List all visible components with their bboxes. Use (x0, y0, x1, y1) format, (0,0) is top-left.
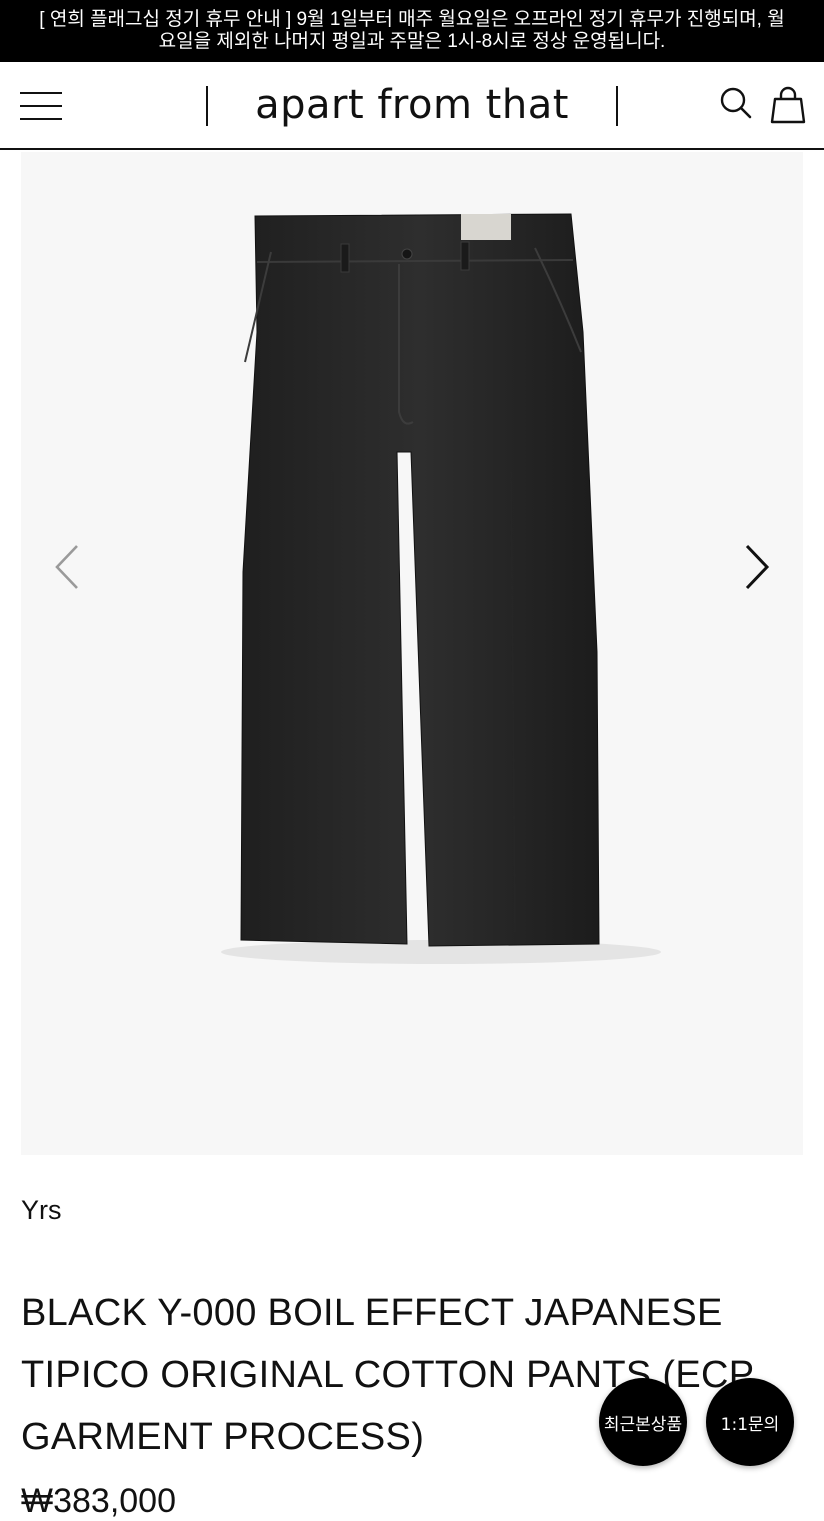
header-divider-left (206, 86, 208, 126)
notice-line-1: [ 연희 플래그십 정기 휴무 안내 ] 9월 1일부터 매주 월요일은 오프라… (39, 9, 785, 30)
inquiry-button[interactable]: 1:1문의 (706, 1378, 794, 1466)
shopping-bag-icon[interactable] (770, 86, 810, 126)
product-title-line: BLACK Y-000 BOIL EFFECT JAPANESE (21, 1292, 723, 1334)
inquiry-label: 1:1문의 (720, 1414, 780, 1435)
site-header: apart from that (0, 62, 824, 150)
hamburger-menu-icon[interactable] (20, 90, 62, 122)
chevron-right-icon[interactable] (735, 542, 775, 592)
search-icon[interactable] (718, 86, 758, 126)
recent-products-button[interactable]: 최근본상품 (599, 1378, 687, 1466)
product-brand[interactable]: Yrs (21, 1195, 62, 1226)
header-divider-right (616, 86, 618, 126)
notice-line-2: 요일을 제외한 나머지 평일과 주말은 1시-8시로 정상 운영됩니다. (158, 31, 666, 52)
product-title: BLACK Y-000 BOIL EFFECT JAPANESE TIPICO … (21, 1282, 821, 1468)
product-price: ₩383,000 (21, 1482, 176, 1520)
site-logo[interactable]: apart from that (210, 80, 614, 130)
notice-banner: [ 연희 플래그십 정기 휴무 안내 ] 9월 1일부터 매주 월요일은 오프라… (0, 0, 824, 62)
chevron-left-icon[interactable] (49, 542, 89, 592)
product-image-gallery[interactable] (21, 152, 803, 1155)
recent-products-label: 최근본상품 (603, 1414, 683, 1435)
product-image-pants (221, 213, 661, 964)
product-title-line: TIPICO ORIGINAL COTTON PANTS (ECP (21, 1354, 755, 1396)
product-title-line: GARMENT PROCESS) (21, 1416, 425, 1458)
